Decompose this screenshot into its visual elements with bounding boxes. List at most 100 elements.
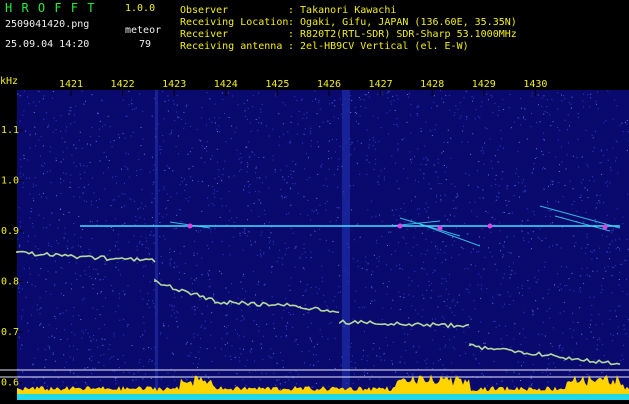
noise-dot	[141, 236, 142, 237]
noise-dot	[381, 236, 382, 237]
noise-dot	[262, 182, 263, 183]
noise-dot	[404, 203, 405, 204]
noise-dot	[533, 311, 534, 312]
noise-dot	[200, 230, 201, 231]
noise-dot	[404, 211, 405, 212]
noise-dot	[148, 248, 149, 249]
noise-dot	[241, 163, 242, 164]
noise-dot	[161, 280, 162, 281]
noise-dot	[327, 201, 328, 202]
noise-dot	[396, 95, 397, 96]
noise-dot	[561, 100, 562, 101]
noise-dot	[248, 108, 249, 109]
noise-dot	[626, 260, 627, 261]
noise-dot	[25, 131, 26, 132]
noise-dot	[497, 150, 498, 151]
noise-dot	[525, 337, 526, 338]
noise-dot	[98, 113, 99, 114]
noise-dot	[554, 285, 555, 286]
noise-dot	[444, 327, 445, 328]
noise-dot	[492, 256, 493, 257]
noise-dot	[366, 174, 367, 175]
noise-dot	[100, 161, 101, 162]
noise-dot	[404, 333, 405, 334]
noise-dot	[427, 274, 428, 275]
noise-dot	[487, 128, 488, 129]
noise-dot	[393, 342, 394, 343]
noise-dot	[359, 97, 360, 98]
noise-dot	[500, 230, 501, 231]
noise-dot	[521, 224, 522, 225]
noise-dot	[196, 230, 197, 231]
noise-dot	[338, 286, 339, 287]
noise-dot	[539, 228, 540, 229]
noise-dot	[153, 289, 154, 290]
noise-dot	[261, 232, 262, 233]
noise-dot	[60, 208, 61, 209]
noise-dot	[522, 288, 523, 289]
noise-dot	[402, 328, 403, 329]
noise-dot	[492, 297, 493, 298]
noise-dot	[515, 173, 516, 174]
noise-dot	[411, 280, 412, 281]
noise-dot	[269, 247, 270, 248]
noise-dot	[50, 170, 51, 171]
noise-dot	[256, 119, 257, 120]
noise-dot	[261, 255, 262, 256]
noise-dot	[123, 260, 124, 261]
noise-dot	[168, 111, 169, 112]
noise-dot	[599, 162, 600, 163]
noise-dot	[302, 118, 303, 119]
noise-dot	[455, 375, 456, 376]
noise-dot	[221, 198, 222, 199]
noise-dot	[387, 245, 388, 246]
noise-dot	[500, 146, 501, 147]
noise-dot	[327, 306, 328, 307]
noise-dot	[176, 146, 177, 147]
noise-dot	[43, 173, 44, 174]
noise-dot	[152, 184, 153, 185]
noise-dot	[296, 246, 297, 247]
noise-dot	[532, 383, 533, 384]
noise-dot	[371, 287, 372, 288]
noise-dot	[30, 274, 31, 275]
noise-dot	[106, 220, 107, 221]
noise-dot	[438, 177, 439, 178]
noise-dot	[257, 130, 258, 131]
noise-dot	[326, 210, 327, 211]
noise-dot	[161, 379, 162, 380]
noise-dot	[450, 138, 451, 139]
noise-dot	[547, 368, 548, 369]
noise-dot	[282, 198, 283, 199]
noise-dot	[24, 268, 25, 269]
noise-dot	[48, 245, 49, 246]
noise-dot	[144, 154, 145, 155]
noise-dot	[596, 222, 597, 223]
noise-dot	[581, 195, 582, 196]
meteor-echo	[603, 225, 608, 230]
noise-dot	[389, 281, 390, 282]
noise-dot	[269, 242, 270, 243]
noise-dot	[509, 278, 510, 279]
noise-dot	[481, 285, 482, 286]
noise-dot	[469, 316, 470, 317]
noise-dot	[107, 255, 108, 256]
noise-dot	[139, 362, 140, 363]
noise-dot	[597, 339, 598, 340]
noise-dot	[275, 172, 276, 173]
noise-dot	[596, 101, 597, 102]
noise-dot	[582, 157, 583, 158]
noise-dot	[192, 180, 193, 181]
noise-dot	[65, 283, 66, 284]
noise-dot	[509, 107, 510, 108]
noise-dot	[483, 343, 484, 344]
noise-dot	[433, 102, 434, 103]
noise-dot	[583, 221, 584, 222]
noise-dot	[452, 244, 453, 245]
noise-dot	[498, 115, 499, 116]
noise-dot	[56, 272, 57, 273]
noise-dot	[484, 257, 485, 258]
noise-dot	[531, 113, 532, 114]
noise-dot	[495, 179, 496, 180]
noise-dot	[350, 347, 351, 348]
